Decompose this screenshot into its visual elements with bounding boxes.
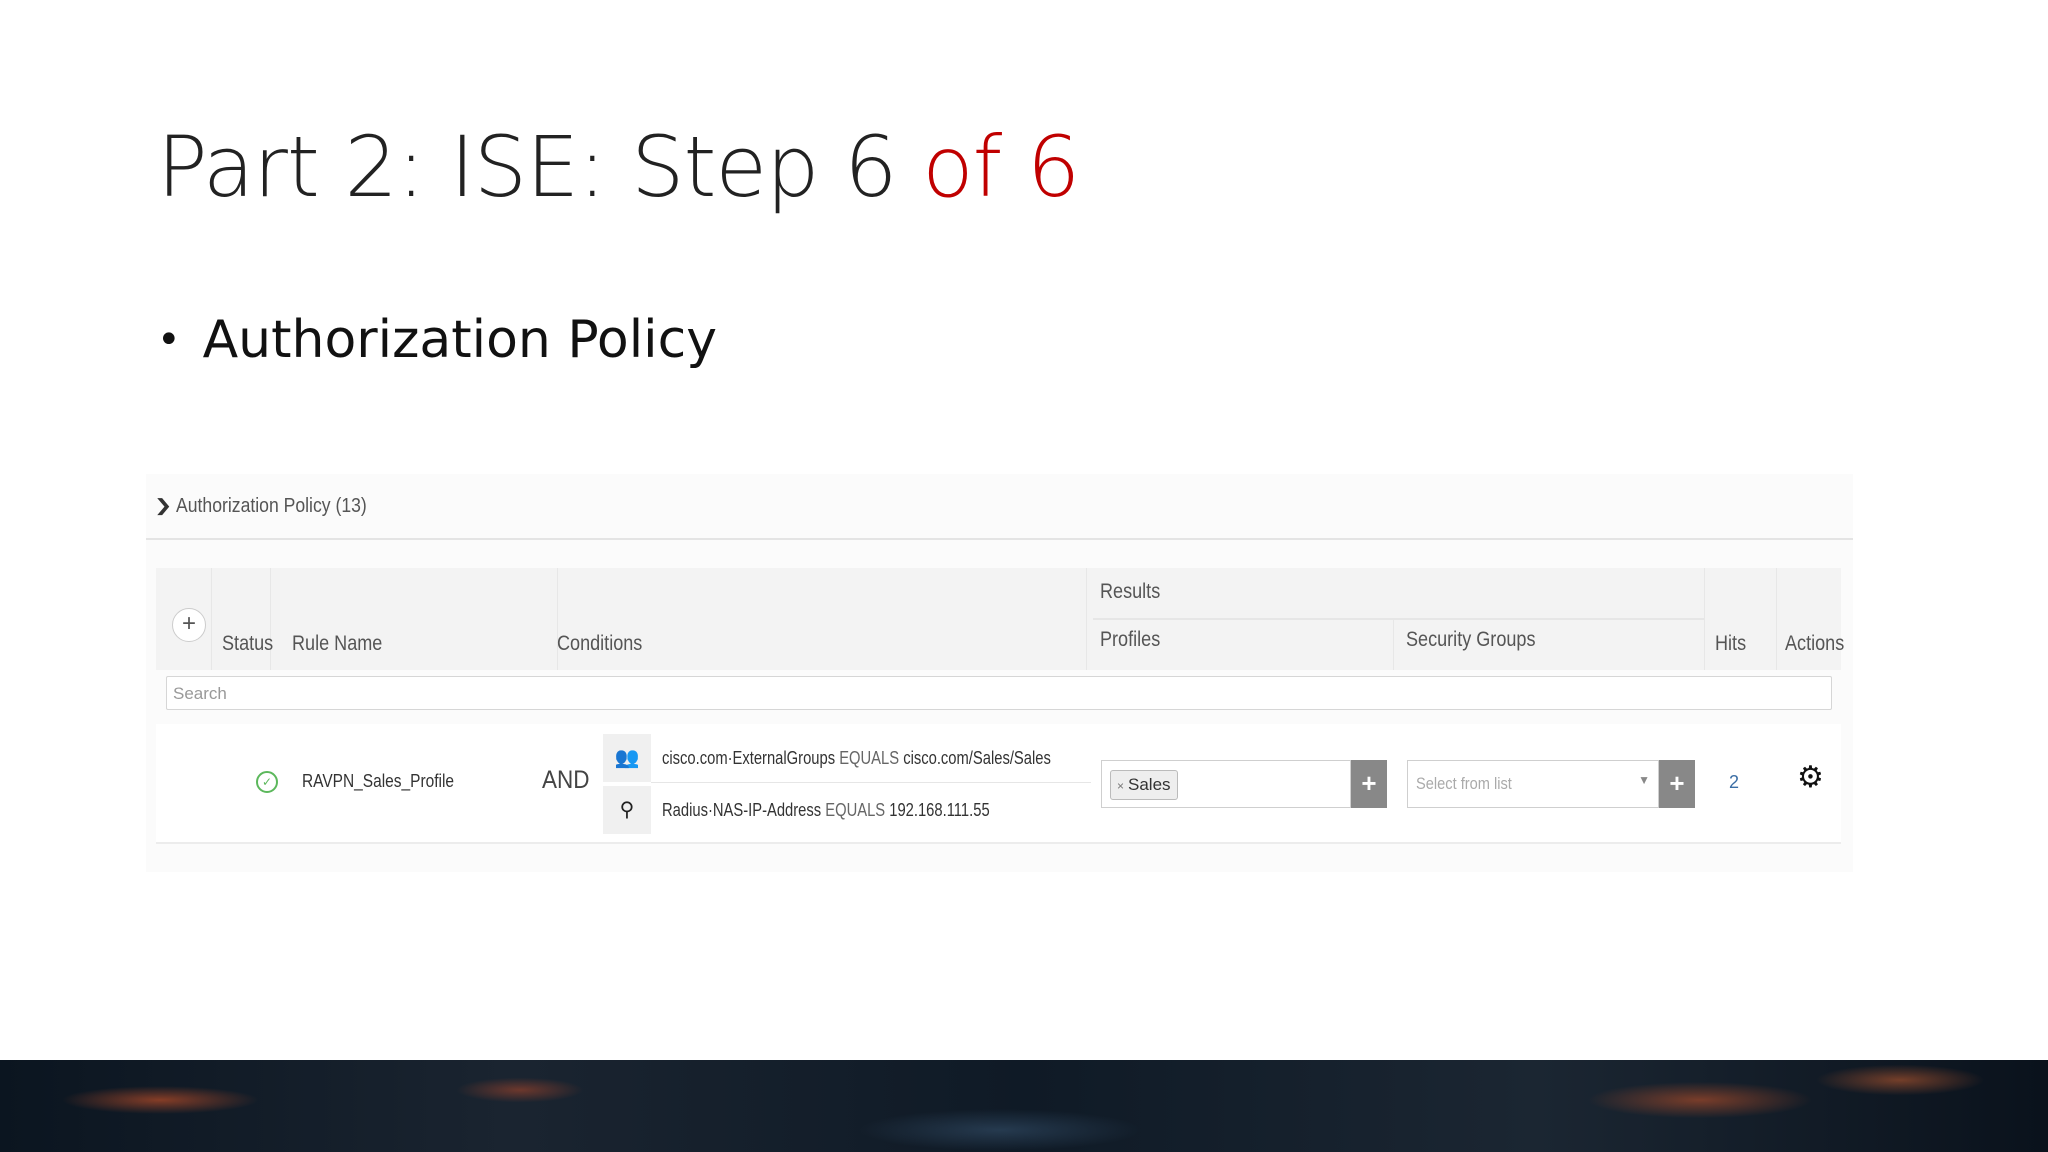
security-groups-select[interactable]: Select from list ▼ [1407,760,1659,808]
chevron-down-icon[interactable]: ▼ [1638,773,1650,787]
condition-attribute: Radius·NAS-IP-Address [662,800,822,820]
profiles-field[interactable]: × Sales [1101,760,1351,808]
search-input[interactable]: Search [166,676,1832,710]
column-divider [211,568,212,670]
column-divider [1704,568,1705,670]
table-row: ✓ RAVPN_Sales_Profile AND 👥 cisco.com·Ex… [156,724,1841,844]
add-profile-button[interactable]: + [1351,760,1387,808]
slide-title-main: Part 2: ISE: Step 6 [157,118,923,216]
slide-title-accent: of 6 [922,118,1080,216]
user-group-icon: 👥 [603,734,651,782]
status-enabled-icon[interactable]: ✓ [256,771,278,793]
condition-op: EQUALS [839,748,900,768]
profile-tag-label: Sales [1128,775,1171,794]
footer-image-band [0,1060,2048,1152]
bullet-dot: • [157,317,181,363]
column-results: Results [1100,580,1161,603]
profile-tag[interactable]: × Sales [1110,770,1178,800]
column-status[interactable]: Status [222,632,273,656]
remove-tag-icon[interactable]: × [1117,779,1124,793]
condition-op: EQUALS [825,800,886,820]
condition-value: cisco.com/Sales/Sales [903,748,1051,768]
condition-value: 192.168.111.55 [889,800,990,820]
rule-name[interactable]: RAVPN_Sales_Profile [302,771,454,792]
slide-title: Part 2: ISE: Step 6 of 6 [157,118,1080,216]
authorization-policy-panel: ❯ Authorization Policy (13) + Status Rul… [146,474,1853,872]
security-groups-placeholder: Select from list [1416,774,1512,793]
gear-icon[interactable]: ⚙ [1797,760,1824,795]
chevron-down-icon[interactable]: ❯ [154,496,173,516]
column-rule-name[interactable]: Rule Name [292,632,382,656]
section-header[interactable]: ❯ Authorization Policy (13) [146,474,1853,540]
condition-1[interactable]: cisco.com·ExternalGroups EQUALS cisco.co… [662,748,1051,769]
column-hits[interactable]: Hits [1715,632,1746,656]
condition-2[interactable]: Radius·NAS-IP-Address EQUALS 192.168.111… [662,800,990,821]
add-security-group-button[interactable]: + [1659,760,1695,808]
hits-count[interactable]: 2 [1729,772,1739,793]
add-rule-button[interactable]: + [172,608,206,642]
column-conditions[interactable]: Conditions [557,632,642,656]
bullet-text: Authorization Policy [202,310,717,370]
results-divider [1093,618,1704,620]
column-profiles[interactable]: Profiles [1100,628,1160,652]
column-divider [1393,620,1394,670]
condition-operator: AND [542,766,590,794]
location-pin-icon: ⚲ [603,786,651,834]
condition-attribute: cisco.com·ExternalGroups [662,748,836,768]
column-divider [1776,568,1777,670]
column-security-groups[interactable]: Security Groups [1406,628,1535,652]
column-actions: Actions [1785,632,1845,655]
condition-divider [651,782,1091,783]
column-divider [1086,568,1087,670]
bullet-item: • Authorization Policy [157,310,717,370]
table-header: + Status Rule Name Conditions Results Pr… [156,568,1845,670]
section-title: Authorization Policy (13) [176,494,368,517]
